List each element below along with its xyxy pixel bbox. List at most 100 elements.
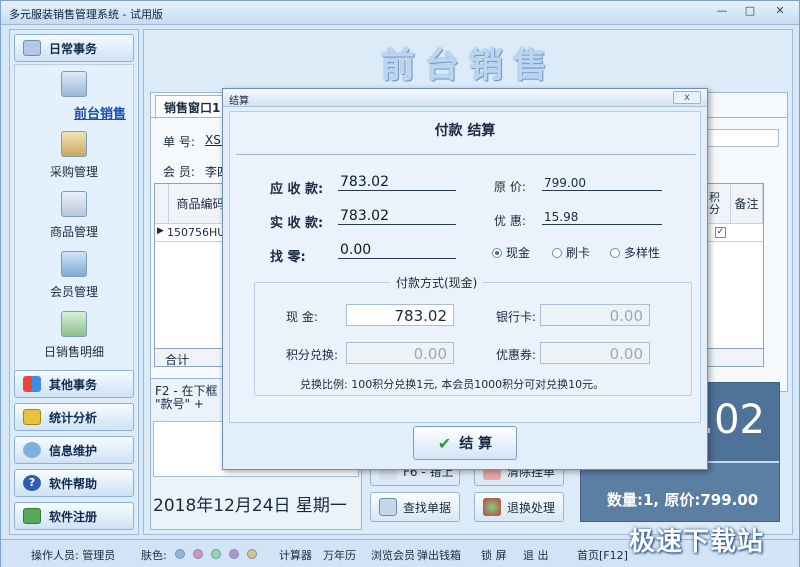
bankcard-label: 银行卡: <box>496 310 537 324</box>
box-icon <box>61 131 87 157</box>
operator-label: 操作人员: 管理员 <box>31 549 116 562</box>
statistics-button[interactable]: 统计分析 <box>14 403 134 431</box>
home-link[interactable]: 首页[F12] <box>577 547 628 563</box>
sidebar-item-purchase[interactable]: 采购管理 <box>15 131 133 180</box>
windows-icon <box>23 376 41 392</box>
software-register-button[interactable]: 软件注册 <box>14 502 134 530</box>
column-header-points: 积分 <box>709 184 731 224</box>
radio-mixed[interactable]: 多样性 <box>610 244 660 261</box>
cash-drawer-link[interactable]: 弹出钱箱 <box>417 547 461 563</box>
bankcard-input[interactable]: 0.00 <box>540 304 650 326</box>
watermark-logo: 极速下载站 <box>629 527 765 557</box>
info-maintenance-button[interactable]: 信息维护 <box>14 436 134 464</box>
discount-label: 优 惠: <box>494 214 526 228</box>
skin-color-dot[interactable] <box>229 549 239 559</box>
member-card-icon <box>61 251 87 277</box>
calculator-link[interactable]: 计算器 <box>279 547 312 563</box>
skin-color-dot[interactable] <box>247 549 257 559</box>
row-pointer-icon: ▶ <box>157 226 164 236</box>
hint-text: F2 - 在下框 "款号" + <box>155 384 218 411</box>
register-icon <box>23 508 41 524</box>
due-label: 应 收 款: <box>270 182 324 197</box>
computer-icon <box>61 71 87 97</box>
dialog-title: 结算 <box>229 96 249 107</box>
dialog-body: 付款 结算 应 收 款: 783.02 实 收 款: 783.02 找 零: 0… <box>229 111 701 423</box>
exchange-rate-text: 兑换比例: 100积分兑换1元, 本会员1000积分可对兑换10元。 <box>300 378 605 391</box>
summary-text: 数量:1, 原价:799.00 <box>607 491 759 509</box>
settle-button[interactable]: ✔ 结 算 <box>413 426 517 460</box>
exit-link[interactable]: 退 出 <box>523 547 549 563</box>
statistics-label: 统计分析 <box>49 410 98 425</box>
coupon-input[interactable]: 0.00 <box>540 342 650 364</box>
column-header-note: 备注 <box>731 184 763 224</box>
due-value: 783.02 <box>338 174 456 191</box>
pencil-icon <box>23 40 41 56</box>
received-label: 实 收 款: <box>270 216 324 231</box>
points-label: 积分兑换: <box>286 348 339 362</box>
dialog-heading: 付款 结算 <box>434 123 496 139</box>
radio-card[interactable]: 刷卡 <box>552 244 590 261</box>
sidebar-item-daily-detail[interactable]: 日销售明细 <box>15 311 133 360</box>
software-register-label: 软件注册 <box>49 509 98 524</box>
points-input[interactable]: 0.00 <box>346 342 454 364</box>
lock-screen-link[interactable]: 锁 屏 <box>481 547 507 563</box>
sidebar-item-label: 日销售明细 <box>43 345 104 359</box>
points-checkbox[interactable]: ✓ <box>715 227 726 238</box>
software-help-label: 软件帮助 <box>49 476 98 491</box>
discount-value: 15.98 <box>542 210 662 225</box>
sidebar-item-label: 商品管理 <box>49 225 98 239</box>
other-tasks-label: 其他事务 <box>49 377 98 392</box>
payment-method-title: 付款方式(现金) <box>390 274 484 291</box>
help-icon: ? <box>23 475 41 491</box>
radio-mixed-icon <box>610 247 620 258</box>
other-tasks-button[interactable]: 其他事务 <box>14 370 134 398</box>
close-icon[interactable]: ✕ <box>771 4 789 20</box>
sidebar-item-front-sales[interactable]: 前台销售 <box>15 71 133 122</box>
sidebar-item-members[interactable]: 会员管理 <box>15 251 133 300</box>
calendar-link[interactable]: 万年历 <box>323 547 356 563</box>
change-value: 0.00 <box>338 242 456 259</box>
coupon-label: 优惠券: <box>496 348 537 362</box>
return-exchange-button[interactable]: 退换处理 <box>474 492 564 522</box>
settlement-dialog: 结算 x 付款 结算 应 收 款: 783.02 实 收 款: 783.02 找… <box>222 88 708 470</box>
software-help-button[interactable]: ? 软件帮助 <box>14 469 134 497</box>
window-title: 多元服装销售管理系统 - 试用版 <box>9 8 163 21</box>
daily-tasks-label: 日常事务 <box>49 41 98 56</box>
daily-tasks-button[interactable]: 日常事务 <box>14 34 134 62</box>
radio-cash[interactable]: 现金 <box>492 244 530 261</box>
info-maintenance-label: 信息维护 <box>49 443 98 458</box>
skin-color-dot[interactable] <box>175 549 185 559</box>
skin-label: 肤色: <box>141 549 167 562</box>
cube-icon <box>23 409 41 425</box>
minimize-icon[interactable]: — <box>713 4 731 20</box>
maximize-icon[interactable]: □ <box>741 4 759 20</box>
dialog-title-bar: 结算 x <box>223 89 707 107</box>
skin-color-dot[interactable] <box>193 549 203 559</box>
change-label: 找 零: <box>270 250 306 265</box>
browse-member-link[interactable]: 浏览会员 <box>371 547 415 563</box>
cash-label: 现 金: <box>286 310 318 324</box>
title-bar: 多元服装销售管理系统 - 试用版 — □ ✕ <box>1 1 799 25</box>
page-title: 前台销售 <box>381 46 557 86</box>
search-document-icon <box>379 498 397 516</box>
tab-sales-window-1[interactable]: 销售窗口1 <box>155 95 230 119</box>
report-icon <box>61 311 87 337</box>
sidebar: 日常事务 前台销售 采购管理 商品管理 会员管理 日销售明细 其他事务 统计分析… <box>9 29 139 535</box>
clipboard-icon <box>61 191 87 217</box>
sidebar-item-label: 前台销售 <box>74 107 127 122</box>
sidebar-item-label: 采购管理 <box>49 165 98 179</box>
sidebar-item-goods[interactable]: 商品管理 <box>15 191 133 240</box>
order-label: 单 号: <box>163 135 195 149</box>
daily-tasks-menu: 前台销售 采购管理 商品管理 会员管理 日销售明细 <box>14 64 134 394</box>
date-display: 2018年12月24日 星期一 <box>153 496 347 516</box>
skin-color-dot[interactable] <box>211 549 221 559</box>
dialog-close-icon[interactable]: x <box>673 91 701 104</box>
received-value: 783.02 <box>338 208 456 225</box>
original-price-value: 799.00 <box>542 176 662 191</box>
search-order-button[interactable]: 查找单据 <box>370 492 460 522</box>
original-price-label: 原 价: <box>494 180 526 194</box>
total-row-label: 合计 <box>165 353 190 367</box>
refresh-icon <box>483 498 501 516</box>
cash-input[interactable]: 783.02 <box>346 304 454 326</box>
gear-icon <box>23 442 41 458</box>
